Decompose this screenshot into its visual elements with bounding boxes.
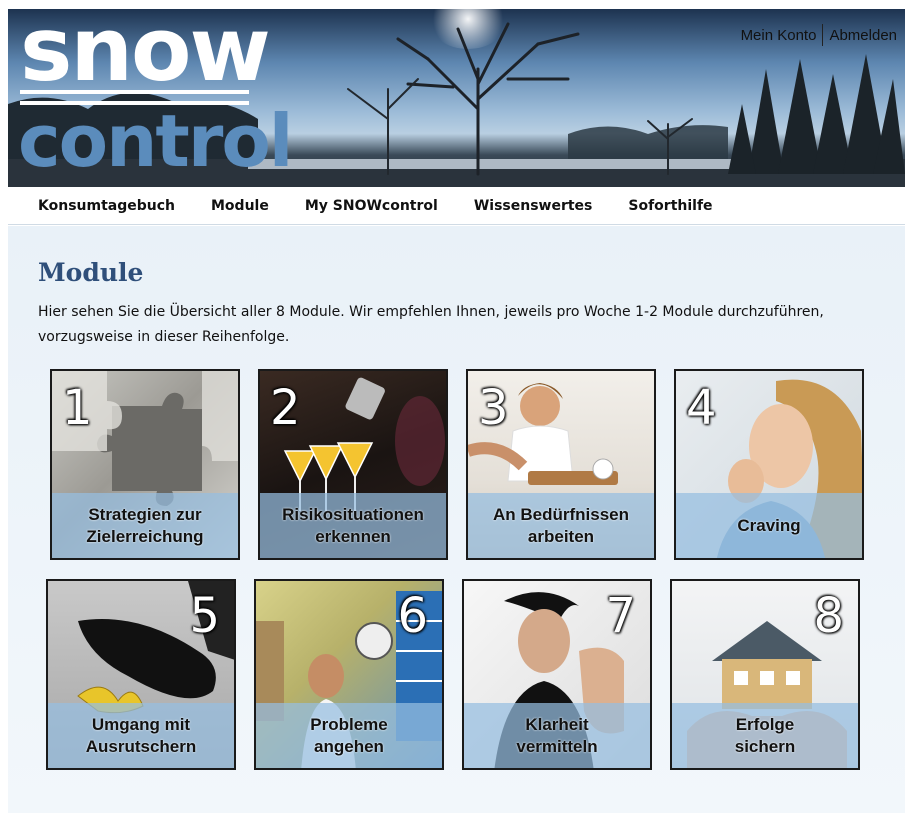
module-number: 6 [397, 588, 428, 644]
logo-divider [20, 90, 249, 94]
header-banner: snow control Mein Konto Abmelden [8, 9, 905, 187]
module-label-band: Strategien zur Zielerreichung [52, 493, 238, 558]
module-label: Risikosituationen erkennen [282, 504, 424, 546]
module-label: Erfolge sichern [734, 714, 796, 756]
intro-text: Hier sehen Sie die Übersicht aller 8 Mod… [38, 304, 824, 345]
my-account-link[interactable]: Mein Konto [741, 27, 817, 44]
module-number: 4 [686, 380, 717, 436]
module-label-band: An Bedürfnissen arbeiten [468, 493, 654, 558]
module-label-band: Erfolge sichern [672, 703, 858, 768]
module-label-band: Klarheit vermitteln [464, 703, 650, 768]
module-number: 8 [813, 588, 844, 644]
module-number: 1 [62, 380, 93, 436]
module-tile-4[interactable]: 4 Craving [674, 369, 864, 560]
nav-item-wissenswertes[interactable]: Wissenswertes [474, 198, 593, 214]
page-title: Module [38, 258, 144, 287]
module-label: Strategien zur Zielerreichung [86, 504, 204, 546]
account-links: Mein Konto Abmelden [741, 24, 897, 46]
nav-item-soforthilfe[interactable]: Soforthilfe [628, 198, 712, 214]
module-tile-5[interactable]: 5 Umgang mit Ausrutschern [46, 579, 236, 770]
logo-snow[interactable]: snow [20, 9, 271, 94]
module-tile-2[interactable]: 2 Risikosituationen erkennen [258, 369, 448, 560]
module-number: 3 [478, 380, 509, 436]
account-separator [822, 24, 824, 46]
main-nav: Konsumtagebuch Module My SNOWcontrol Wis… [8, 187, 905, 225]
nav-item-konsumtagebuch[interactable]: Konsumtagebuch [38, 198, 175, 214]
module-number: 7 [605, 588, 636, 644]
main-content: Module Hier sehen Sie die Übersicht alle… [8, 226, 905, 813]
nav-item-my-snowcontrol[interactable]: My SNOWcontrol [305, 198, 438, 214]
module-tile-6[interactable]: 6 Probleme angehen [254, 579, 444, 770]
module-tile-8[interactable]: 8 Erfolge sichern [670, 579, 860, 770]
module-tile-7[interactable]: 7 Klarheit vermitteln [462, 579, 652, 770]
module-label-band: Craving [676, 493, 862, 558]
module-label: Craving [737, 515, 801, 535]
module-tile-3[interactable]: 3 An Bedürfnissen arbeiten [466, 369, 656, 560]
module-tile-1[interactable]: 1 Strategien zur Zielerreichung [50, 369, 240, 560]
module-label: Klarheit vermitteln [516, 714, 598, 756]
module-label: Umgang mit Ausrutschern [85, 714, 197, 756]
module-number: 5 [189, 588, 220, 644]
module-label: Probleme angehen [310, 714, 388, 756]
module-label: An Bedürfnissen arbeiten [492, 504, 630, 546]
module-label-band: Probleme angehen [256, 703, 442, 768]
page-frame: snow control Mein Konto Abmelden Konsumt… [8, 9, 905, 813]
module-label-band: Risikosituationen erkennen [260, 493, 446, 558]
logo-control[interactable]: control [18, 105, 293, 177]
logout-link[interactable]: Abmelden [829, 27, 897, 44]
module-number: 2 [270, 380, 301, 436]
nav-item-module[interactable]: Module [211, 198, 269, 214]
module-label-band: Umgang mit Ausrutschern [48, 703, 234, 768]
